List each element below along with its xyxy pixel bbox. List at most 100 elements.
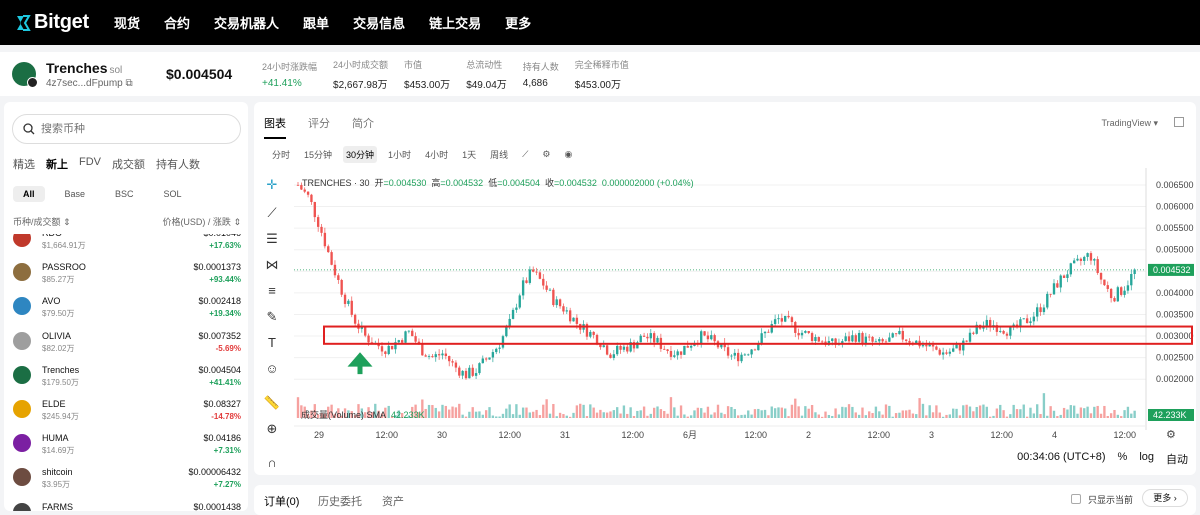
zoom-in-icon[interactable]: ⊕ <box>263 420 281 438</box>
tab-intro[interactable]: 简介 <box>352 115 374 139</box>
chain-bsc[interactable]: BSC <box>105 186 144 202</box>
more-button[interactable]: 更多 › <box>1142 489 1188 507</box>
settings-icon[interactable]: ⚙ <box>539 147 553 162</box>
token-row[interactable]: FARMS $0.0001438 <box>13 500 241 511</box>
volume-bar <box>723 414 726 418</box>
volume-bar <box>1005 416 1009 418</box>
nav-item-more[interactable]: 更多 <box>505 13 531 32</box>
token-row[interactable]: RDO $1,664.91万 $0.01046 +17.63% <box>13 234 241 256</box>
magnet-icon[interactable]: ∩ <box>263 454 281 472</box>
candle-body <box>807 330 810 334</box>
search-input[interactable] <box>41 123 221 135</box>
stat-holders: 持有人数 4,686 <box>522 61 559 89</box>
ruler-icon[interactable]: 📏 <box>263 394 281 412</box>
text-icon[interactable]: T <box>263 334 281 352</box>
candle-body <box>760 333 763 344</box>
candle-body <box>555 299 558 306</box>
indicator-icon[interactable]: ⟋ <box>519 147 531 162</box>
tradingview-selector[interactable]: TradingView ▾ <box>1101 118 1158 129</box>
nav-item-copy[interactable]: 跟单 <box>303 13 329 32</box>
search-box[interactable] <box>12 114 241 144</box>
chain-all[interactable]: All <box>13 186 45 202</box>
pattern-icon[interactable]: ⋈ <box>263 256 281 274</box>
volume-bar <box>985 406 988 418</box>
tab-assets[interactable]: 资产 <box>382 493 404 509</box>
candle-body <box>521 280 525 296</box>
emoji-icon[interactable]: ☺ <box>263 360 281 378</box>
col-price-change[interactable]: 价格(USD) / 涨跌 <box>162 217 231 227</box>
y-tick-label: 0.002000 <box>1156 374 1194 384</box>
candle-body <box>804 330 807 333</box>
tab-chart[interactable]: 图表 <box>264 115 286 139</box>
camera-icon[interactable]: ◉ <box>562 147 576 162</box>
tf-1w[interactable]: 周线 <box>487 146 511 163</box>
candle-body <box>878 339 881 342</box>
volume-bar <box>1072 405 1076 418</box>
parallel-lines-icon[interactable]: ☰ <box>263 230 281 248</box>
copy-icon[interactable]: ⧉ <box>126 78 133 89</box>
candle-body <box>1049 293 1052 295</box>
token-row[interactable]: Trenches $179.50万 $0.004504 +41.41% <box>13 363 241 393</box>
token-row[interactable]: shitcoin $3.95万 $0.00006432 +7.27% <box>13 465 241 495</box>
candle-body <box>347 300 350 304</box>
volume-bar <box>767 415 770 418</box>
tf-time[interactable]: 分时 <box>269 146 293 163</box>
candle-body <box>965 340 968 342</box>
nav-item-info[interactable]: 交易信息 <box>353 13 405 32</box>
x-tick-label: 12:00 <box>376 430 399 440</box>
tab-volume[interactable]: 成交额 <box>112 156 145 172</box>
sort-icon[interactable]: ⇕ <box>63 217 71 227</box>
token-row[interactable]: OLIVIA $82.02万 $0.007352 -5.69% <box>13 329 241 359</box>
only-current-checkbox[interactable] <box>1071 494 1081 504</box>
volume-bar <box>589 404 592 418</box>
price-chart[interactable]: 0.0065000.0060000.0055000.0050000.004500… <box>290 168 1196 448</box>
chain-base[interactable]: Base <box>55 186 96 202</box>
tab-rating[interactable]: 评分 <box>308 115 330 139</box>
log-toggle[interactable]: log <box>1139 451 1154 467</box>
volume-bar <box>908 409 911 418</box>
candle-body <box>656 337 659 343</box>
candle-body <box>891 333 894 338</box>
open-value: =0.004530 <box>383 178 427 188</box>
candle-body <box>948 351 952 354</box>
nav-item-bots[interactable]: 交易机器人 <box>214 13 279 32</box>
volume-bar <box>451 406 454 418</box>
token-row[interactable]: PASSROO $85.27万 $0.0001373 +93.44% <box>13 260 241 290</box>
col-token-volume[interactable]: 币种/成交额 <box>13 217 61 227</box>
nav-item-onchain[interactable]: 链上交易 <box>429 13 481 32</box>
token-row[interactable]: AVO $79.50万 $0.002418 +19.34% <box>13 294 241 324</box>
tf-15m[interactable]: 15分钟 <box>301 146 335 163</box>
tab-order-history[interactable]: 历史委托 <box>318 493 362 509</box>
trendline-icon[interactable]: ⟋ <box>263 204 281 222</box>
tab-holders[interactable]: 持有人数 <box>156 156 200 172</box>
crosshair-icon[interactable]: ✛ <box>263 176 281 194</box>
volume-bar <box>481 414 484 418</box>
nav-item-spot[interactable]: 现货 <box>114 13 140 32</box>
tab-orders[interactable]: 订单(0) <box>264 493 299 509</box>
percent-toggle[interactable]: % <box>1118 451 1128 467</box>
chain-sol[interactable]: SOL <box>154 186 192 202</box>
candle-body <box>787 315 790 318</box>
fullscreen-icon[interactable] <box>1174 117 1184 127</box>
search-icon <box>23 123 35 135</box>
token-list: RDO $1,664.91万 $0.01046 +17.63% PASSROO $85.2… <box>13 234 241 511</box>
tab-fdv[interactable]: FDV <box>79 156 101 172</box>
nav-item-futures[interactable]: 合约 <box>164 13 190 32</box>
y-tick-label: 0.003500 <box>1156 309 1194 319</box>
auto-toggle[interactable]: 自动 <box>1166 451 1188 467</box>
bitget-logo[interactable]: Bitget <box>14 11 104 34</box>
token-row[interactable]: ELDE $245.94万 $0.08327 -14.78% <box>13 397 241 427</box>
volume-bar <box>921 403 925 418</box>
brush-icon[interactable]: ✎ <box>263 308 281 326</box>
tab-new[interactable]: 新上 <box>46 156 68 172</box>
list-column-headers: 币种/成交额 ⇕ 价格(USD) / 涨跌 ⇕ <box>13 215 241 228</box>
tab-featured[interactable]: 精选 <box>13 156 35 172</box>
tf-1h[interactable]: 1小时 <box>385 146 414 163</box>
fib-icon[interactable]: ≡ <box>263 282 281 300</box>
tf-30m[interactable]: 30分钟 <box>343 146 378 163</box>
tf-1d[interactable]: 1天 <box>459 146 479 163</box>
token-row[interactable]: HUMA $14.69万 $0.04186 +7.31% <box>13 431 241 461</box>
sort-icon[interactable]: ⇕ <box>233 217 241 227</box>
tf-4h[interactable]: 4小时 <box>422 146 451 163</box>
volume-bar <box>616 407 619 418</box>
